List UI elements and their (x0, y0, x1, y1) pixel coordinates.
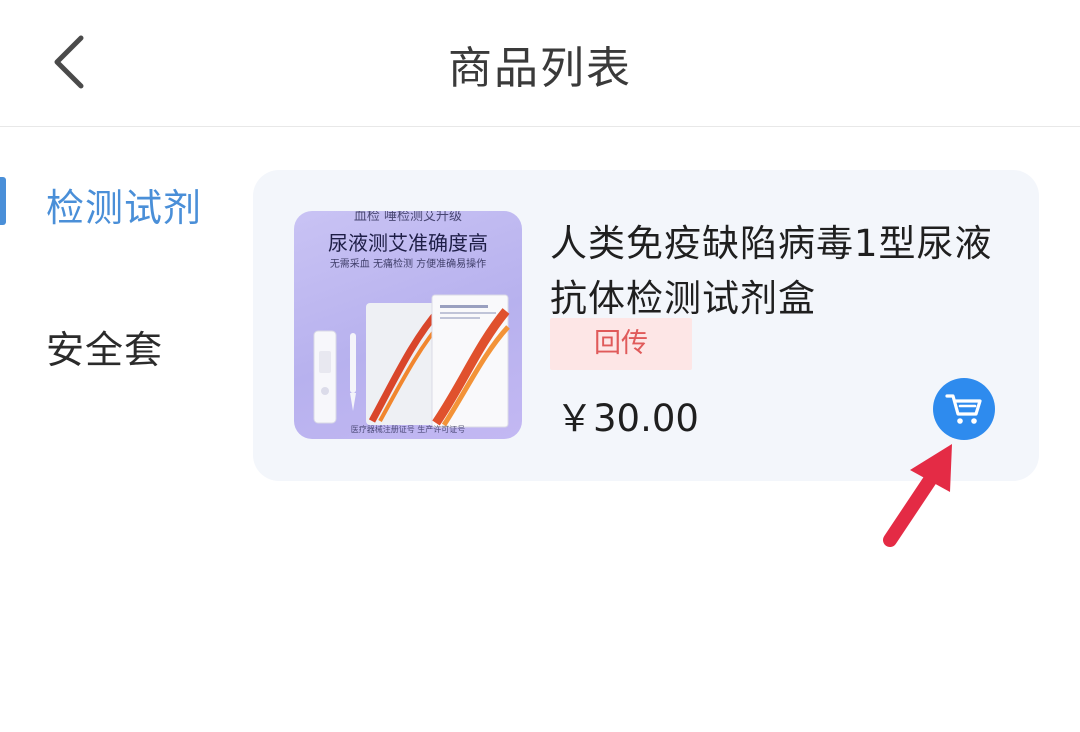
product-card[interactable]: 血检 唾检测艾升级 尿液测艾准确度高 无需采血 无痛检测 方便准确易操作 医疗器… (253, 170, 1039, 481)
annotation-arrow-icon (883, 444, 952, 547)
shopping-cart-icon (945, 394, 982, 424)
product-image[interactable]: 血检 唾检测艾升级 尿液测艾准确度高 无需采血 无痛检测 方便准确易操作 医疗器… (294, 211, 522, 439)
add-to-cart-button[interactable] (933, 378, 995, 440)
product-tag-badge: 回传 (550, 318, 692, 370)
sidebar-item-condom[interactable]: 安全套 (46, 319, 163, 374)
header-bar: 商品列表 (0, 0, 1080, 127)
product-image-caption-4: 医疗器械注册证号 生产许可证号 (350, 425, 466, 434)
page-title: 商品列表 (448, 43, 632, 94)
test-kit-illustration (313, 294, 510, 428)
product-price: ￥30.00 (556, 397, 699, 440)
product-name[interactable]: 人类免疫缺陷病毒1型尿液抗体检测试剂盒 (550, 216, 1010, 326)
category-sidebar: 检测试剂 安全套 (0, 127, 240, 732)
active-category-indicator (0, 177, 6, 225)
sidebar-item-test-reagent[interactable]: 检测试剂 (46, 177, 202, 232)
